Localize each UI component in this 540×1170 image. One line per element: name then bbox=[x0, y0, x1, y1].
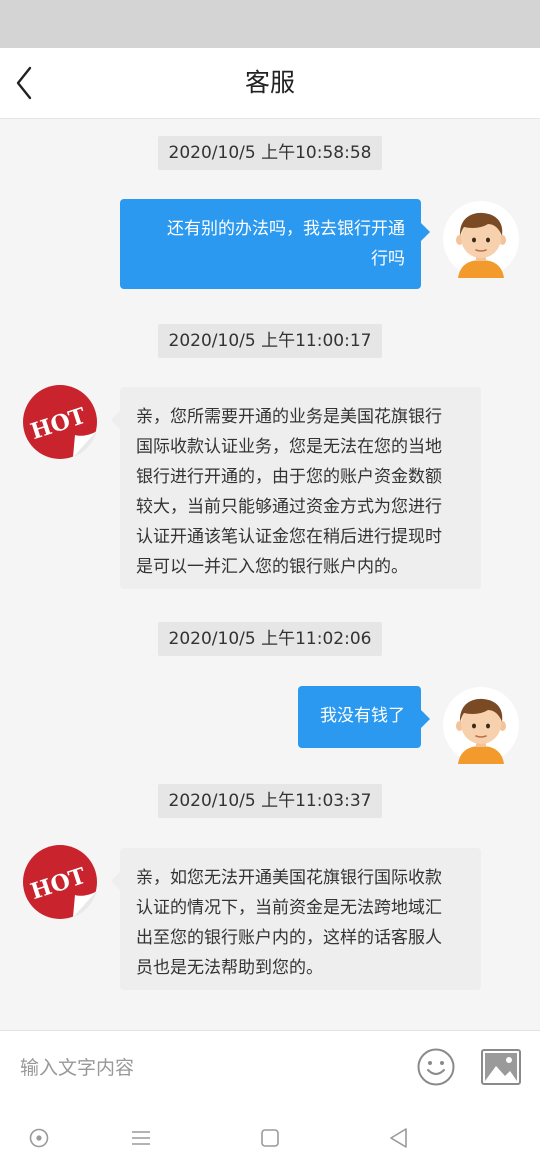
message-line: 还有别的办法吗，我去银行开通 bbox=[167, 219, 405, 239]
message-line: 我没有钱了 bbox=[320, 706, 405, 726]
header: 客服 bbox=[0, 48, 540, 119]
input-bar bbox=[0, 1030, 540, 1103]
user-avatar-icon bbox=[443, 201, 519, 278]
timestamp: 2020/10/5 上午10:58:58 bbox=[158, 136, 382, 170]
message-line: 较大，当前只能够通过资金方式为您进行 bbox=[136, 497, 442, 517]
image-button[interactable] bbox=[481, 1049, 521, 1085]
circle-nav-icon bbox=[29, 1128, 49, 1148]
message-line: 出至您的银行账户内的，这样的话客服人 bbox=[136, 928, 442, 948]
message-line: 认证的情况下，当前资金是无法跨地域汇 bbox=[136, 898, 442, 918]
home-square-icon bbox=[261, 1129, 279, 1147]
service-avatar[interactable]: HOT bbox=[21, 843, 99, 921]
message-input[interactable] bbox=[18, 1045, 402, 1091]
chat-area[interactable]: 2020/10/5 上午10:58:58 还有别的办法吗，我去银行开通 行吗 2… bbox=[0, 119, 540, 1029]
message-line: 认证开通该笔认证金您在稍后进行提现时 bbox=[136, 527, 442, 547]
incoming-message[interactable]: 亲，您所需要开通的业务是美国花旗银行 国际收款认证业务，您是无法在您的当地 银行… bbox=[111, 387, 481, 589]
message-line: 银行进行开通的，由于您的账户资金数额 bbox=[136, 467, 442, 487]
status-bar bbox=[0, 0, 540, 48]
service-avatar[interactable]: HOT bbox=[21, 383, 99, 461]
nav-back-button[interactable] bbox=[384, 1123, 414, 1153]
message-line: 员也是无法帮助到您的。 bbox=[136, 958, 323, 978]
incoming-message[interactable]: 亲，如您无法开通美国花旗银行国际收款 认证的情况下，当前资金是无法跨地域汇 出至… bbox=[111, 848, 481, 990]
system-nav-bar bbox=[0, 1103, 540, 1170]
outgoing-message[interactable]: 还有别的办法吗，我去银行开通 行吗 bbox=[120, 199, 430, 289]
back-triangle-icon bbox=[390, 1128, 407, 1148]
menu-nav-icon bbox=[132, 1131, 150, 1145]
timestamp: 2020/10/5 上午11:02:06 bbox=[158, 622, 382, 656]
outgoing-message[interactable]: 我没有钱了 bbox=[298, 686, 430, 748]
emoji-icon bbox=[417, 1048, 455, 1086]
nav-menu-button[interactable] bbox=[126, 1123, 156, 1153]
timestamp: 2020/10/5 上午11:00:17 bbox=[158, 324, 382, 358]
message-line: 亲，如您无法开通美国花旗银行国际收款 bbox=[136, 868, 442, 888]
user-avatar[interactable] bbox=[442, 200, 520, 278]
hot-badge-icon: HOT bbox=[23, 385, 97, 459]
hot-badge-icon: HOT bbox=[23, 845, 97, 919]
timestamp: 2020/10/5 上午11:03:37 bbox=[158, 784, 382, 818]
message-line: 行吗 bbox=[371, 249, 405, 269]
message-line: 亲，您所需要开通的业务是美国花旗银行 bbox=[136, 407, 442, 427]
message-line: 是可以一并汇入您的银行账户内的。 bbox=[136, 557, 408, 577]
image-icon bbox=[481, 1049, 521, 1085]
emoji-button[interactable] bbox=[416, 1047, 456, 1087]
nav-circle-button[interactable] bbox=[24, 1123, 54, 1153]
page-title: 客服 bbox=[244, 68, 295, 97]
message-line: 国际收款认证业务，您是无法在您的当地 bbox=[136, 437, 442, 457]
user-avatar-icon bbox=[443, 687, 519, 764]
nav-home-button[interactable] bbox=[255, 1123, 285, 1153]
user-avatar[interactable] bbox=[442, 686, 520, 764]
